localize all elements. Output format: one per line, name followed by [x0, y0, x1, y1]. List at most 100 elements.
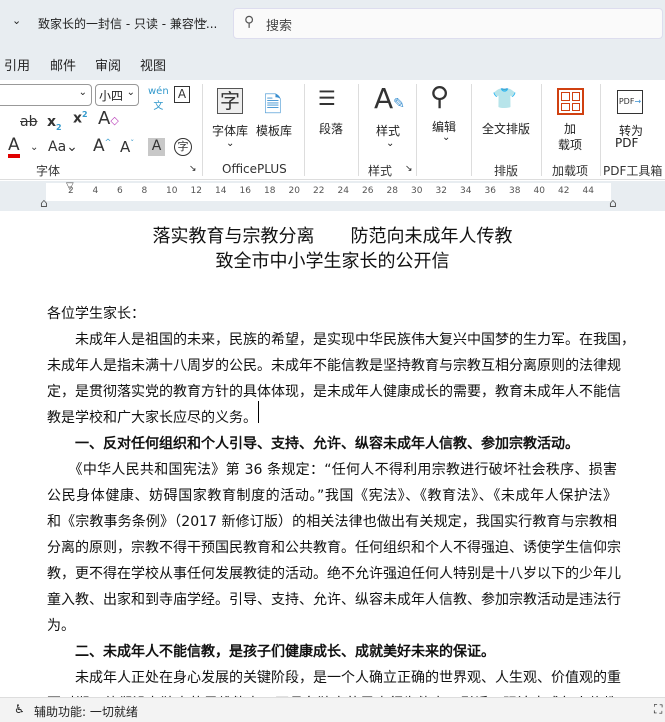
tab-references[interactable]: 引用 [4, 55, 30, 74]
paragraph-button[interactable]: 段落 [319, 120, 343, 137]
subscript-icon[interactable]: x2 [47, 114, 62, 132]
document-line: 童入教、出家和到寺庙学经。引导、支持、允许、纵容未成年人信教、参加宗教活动是违法… [47, 592, 621, 608]
pdf-toolbox-group-label: PDF工具箱 [603, 164, 663, 178]
search-input[interactable]: 搜索 [266, 15, 292, 34]
enclose-characters-icon[interactable]: 字 [174, 138, 192, 156]
ruler-tick-label: 16 [239, 186, 251, 196]
chevron-down-icon[interactable]: ⌄ [442, 132, 450, 143]
font-color-icon[interactable]: A [8, 136, 20, 158]
document-line: 一、反对任何组织和个人引导、支持、允许、纵容未成年人信教、参加宗教活动。 [47, 436, 579, 452]
convert-pdf-line2[interactable]: PDF [615, 136, 638, 150]
document-line: 教，更不得在学校从事任何发展教徒的活动。绝不允许强迫任何人特别是十八岁以下的少年… [47, 566, 621, 582]
ruler-tick-label: 10 [166, 186, 178, 196]
styles-button[interactable]: 样式 [376, 122, 400, 139]
styles-icon[interactable]: A✎ [374, 82, 405, 115]
change-case-icon[interactable]: Aa⌄ [48, 139, 78, 155]
accessibility-icon[interactable]: ♿ [14, 702, 25, 716]
ruler-tick-label: 14 [215, 186, 227, 196]
document-line: 未成年人是祖国的未来，民族的希望，是实现中华民族伟大复兴中国梦的生力军。在我国， [47, 332, 635, 348]
font-name-select[interactable]: ⌄ [0, 84, 92, 106]
ruler-tick-label: 12 [190, 186, 202, 196]
document-line: 各位学生家长： [47, 306, 145, 322]
character-shading-icon[interactable]: A [148, 138, 165, 156]
clear-formatting-icon[interactable]: A◇ [98, 108, 119, 129]
ruler-tick-label: 20 [288, 186, 300, 196]
document-line: 分离的原则，宗教不得干预国民教育和公共教育。任何组织和个人不得强迫、诱使学生信仰… [47, 540, 621, 556]
document-line: 为。 [47, 618, 75, 634]
search-box[interactable]: ⚲ 搜索 [233, 8, 663, 39]
addins-button-line1[interactable]: 加 [564, 120, 576, 137]
ruler-tick-label: 2 [68, 186, 74, 196]
document-page[interactable]: 落实教育与宗教分离 防范向未成年人传教 致全市中小学生家长的公开信 各位学生家长… [0, 211, 665, 697]
ruler-tick-label: 34 [460, 186, 472, 196]
ribbon-tabs: 引用 邮件 审阅 视图 [0, 46, 665, 80]
ruler-tick-label: 28 [386, 186, 398, 196]
title-bar: ⌄ 致家长的一封信 - 只读 - 兼容性... ⌄ ⚲ 搜索 [0, 0, 665, 46]
text-cursor [258, 401, 259, 423]
ruler-tick-label: 22 [313, 186, 325, 196]
layout-group-label: 排版 [494, 164, 519, 178]
right-indent-marker[interactable]: ⌂ [609, 196, 617, 210]
document-line: 公民身体健康、妨碍国家教育制度的活动。”我国《宪法》、《教育法》、《未成年人保护… [47, 488, 617, 504]
ruler-tick-label: 42 [558, 186, 570, 196]
font-library-button[interactable]: 字体库 [212, 122, 248, 139]
focus-mode-icon[interactable]: ⛶ [654, 702, 662, 717]
ruler-tick-label: 26 [362, 186, 374, 196]
full-text-layout-button[interactable]: 全文排版 [482, 120, 530, 137]
superscript-icon[interactable]: x2 [73, 110, 88, 127]
document-line: 《中华人民共和国宪法》第 36 条规定：“任何人不得利用宗教进行破坏社会秩序、损… [47, 462, 617, 478]
dialog-launcher-icon[interactable]: ↘ [405, 164, 413, 174]
ruler-tick-label: 30 [411, 186, 423, 196]
chevron-down-icon[interactable]: ⌄ [200, 13, 209, 26]
paragraph-icon[interactable]: ☰ [318, 86, 336, 110]
ruler-tick-label: 36 [484, 186, 496, 196]
font-size-select[interactable]: 小四 ⌄ [95, 84, 139, 106]
document-line: 未成年人是指未满十八周岁的公民。未成年不能信教是坚持教育与宗教互相分离原则的法律… [47, 358, 621, 374]
convert-pdf-icon[interactable]: PDF→ [617, 90, 643, 114]
template-library-button[interactable]: 模板库 [256, 122, 292, 139]
tab-mailings[interactable]: 邮件 [50, 55, 76, 74]
font-library-icon[interactable]: 字 [217, 88, 243, 114]
shrink-font-icon[interactable]: Aˇ [120, 138, 134, 156]
document-title: 致家长的一封信 - 只读 - 兼容性... [38, 17, 218, 31]
ruler-tick-label: 18 [264, 186, 276, 196]
ruler-tick-label: 40 [533, 186, 545, 196]
phonetic-guide-icon[interactable]: wén 文 [148, 86, 169, 112]
status-bar: ♿ 辅助功能: 一切就绪 ⛶ [0, 697, 665, 722]
search-icon: ⚲ [244, 14, 255, 30]
ruler-tick-label: 24 [337, 186, 349, 196]
styles-group-label: 样式 [368, 164, 393, 178]
left-indent-marker[interactable]: ⌂ [40, 196, 48, 210]
document-title-line2: 致全市中小学生家长的公开信 [215, 251, 450, 272]
chevron-down-icon[interactable]: ⌄ [386, 138, 394, 149]
accessibility-status[interactable]: 辅助功能: 一切就绪 [34, 703, 138, 720]
font-size-value: 小四 [99, 89, 124, 103]
ruler-tick-label: 4 [92, 186, 99, 196]
search-edit-icon[interactable]: ⚲ [430, 82, 449, 112]
document-line: 定，是贯彻落实党的教育方针的具体体现，是未成年人健康成长的需要，教育未成年人不能… [47, 384, 621, 400]
chevron-down-icon[interactable]: ⌄ [226, 138, 234, 149]
ruler-tick-label: 38 [509, 186, 521, 196]
tab-review[interactable]: 审阅 [95, 55, 121, 74]
template-library-icon[interactable]: 🗎 [264, 88, 282, 126]
document-line: 未成年人正处在身心发展的关键阶段，是一个人确立正确的世界观、人生观、价值观的重 [47, 670, 621, 686]
addins-icon[interactable] [557, 88, 584, 115]
ruler-tick-label: 8 [141, 186, 148, 196]
full-text-layout-icon[interactable]: 👕 [492, 86, 517, 110]
ribbon: ⌄ 小四 ⌄ wén 文 A ab x2 x2 A◇ A ⌄ Aa⌄ A^ Aˇ A… [0, 80, 665, 180]
document-title-line1: 落实教育与宗教分离 防范向未成年人传教 [152, 226, 513, 247]
ruler-tick-label: 32 [435, 186, 447, 196]
addins-button-line2[interactable]: 载项 [558, 136, 582, 153]
grow-font-icon[interactable]: A^ [93, 136, 111, 156]
font-color-dropdown-icon[interactable]: ⌄ [30, 142, 38, 153]
tab-view[interactable]: 视图 [140, 55, 166, 74]
character-border-icon[interactable]: A [174, 86, 190, 103]
officeplus-group-label: OfficePLUS [222, 162, 287, 176]
strikethrough-icon[interactable]: ab [20, 114, 37, 130]
ruler-tick-label: 44 [582, 186, 594, 196]
dialog-launcher-icon[interactable]: ↘ [189, 164, 197, 174]
horizontal-ruler[interactable]: ▽ 2 4 6 8 10 12 14 16 18 20 22 24 26 28 30 32 34 36 38 40 42… [46, 181, 611, 201]
quick-access-dropdown-icon[interactable]: ⌄ [12, 14, 21, 27]
document-line: 和《宗教事务条例》（2017 新修订版）的相关法律也做出有关规定，我国实行教育与… [47, 514, 617, 530]
ruler-tick-label: 6 [117, 186, 123, 196]
